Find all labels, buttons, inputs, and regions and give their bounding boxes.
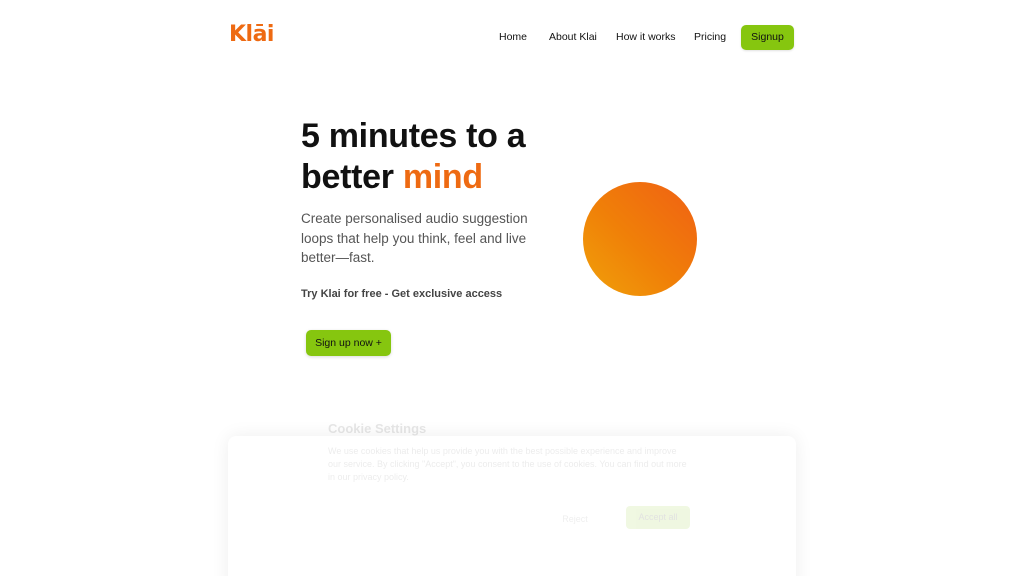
main-nav: Home About Klai How it works Pricing Sig… bbox=[0, 25, 1024, 50]
hero-title-line1: 5 minutes to a bbox=[301, 117, 526, 155]
cookie-accept-button[interactable]: Accept all bbox=[626, 506, 690, 529]
nav-how-it-works-link[interactable]: How it works bbox=[616, 25, 676, 50]
nav-signup-button[interactable]: Signup bbox=[741, 25, 794, 50]
sign-up-now-button[interactable]: Sign up now + bbox=[306, 330, 391, 356]
nav-pricing-link[interactable]: Pricing bbox=[694, 25, 726, 50]
landing-page: Klāi Home About Klai How it works Pricin… bbox=[0, 0, 1024, 576]
hero-title: 5 minutes to a better mind bbox=[301, 116, 526, 198]
cookie-reject-button[interactable]: Reject bbox=[545, 509, 605, 529]
cookie-settings-title: Cookie Settings bbox=[328, 421, 427, 436]
hero-title-line2-prefix: better bbox=[301, 158, 403, 196]
hero-description: Create personalised audio suggestion loo… bbox=[301, 211, 528, 265]
nav-about-link[interactable]: About Klai bbox=[549, 25, 597, 50]
hero-cta-text: Try Klai for free - Get exclusive access bbox=[301, 288, 503, 300]
cookie-settings-text: We use cookies that help us provide you … bbox=[328, 446, 687, 482]
hero-title-accent: mind bbox=[402, 158, 483, 196]
nav-home-link[interactable]: Home bbox=[499, 25, 527, 50]
gradient-orb bbox=[583, 182, 697, 296]
